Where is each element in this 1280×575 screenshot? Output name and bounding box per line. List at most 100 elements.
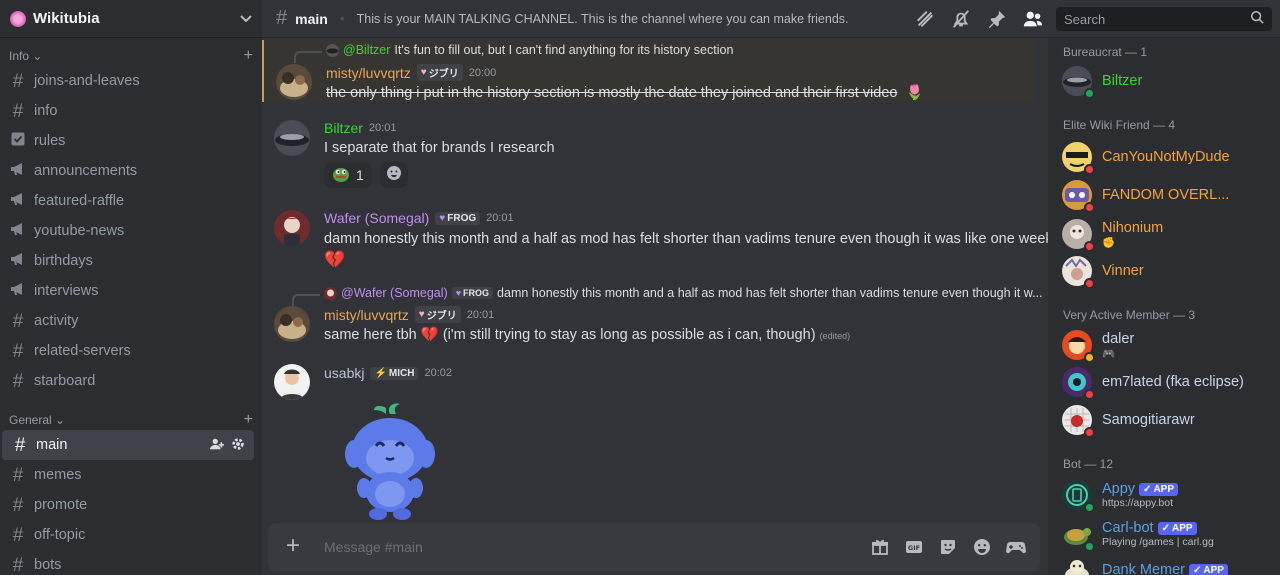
timestamp: 20:02 [424,367,453,379]
message-text: same here tbh 💔 (i'm still trying to sta… [324,327,851,343]
channel-label: promote [34,497,88,513]
server-header[interactable]: Wikitubia [0,0,262,38]
status-dnd-icon [1084,164,1095,175]
activities-icon[interactable] [1006,537,1026,557]
channel-item-off-topic[interactable]: # off-topic [0,520,254,550]
avatar[interactable] [274,120,310,156]
avatar[interactable] [274,306,310,342]
channel-item-youtube-news[interactable]: youtube-news [0,216,254,246]
channel-item-starboard[interactable]: # starboard [0,366,254,396]
channel-item-related-servers[interactable]: # related-servers [0,336,254,366]
channel-title: main [295,10,328,27]
member-item[interactable]: Samogitiarawr [1062,405,1272,438]
hash-icon: # [12,554,24,575]
avatar [1062,480,1095,513]
mute-bell-icon[interactable] [950,8,972,30]
channel-item-bots[interactable]: # bots [0,550,254,575]
avatar[interactable] [276,64,312,100]
username[interactable]: misty/luvvqrtz [326,65,411,81]
channel-item-birthdays[interactable]: birthdays [0,246,254,276]
sticker-icon[interactable] [938,537,958,557]
megaphone-icon [9,221,27,242]
member-list-icon[interactable] [1022,8,1044,30]
channel-topic[interactable]: This is your MAIN TALKING CHANNEL. This … [357,12,849,26]
member-subtext: https://appy.bot [1102,497,1174,509]
gift-icon[interactable] [870,537,890,557]
emoji-icon[interactable] [972,537,992,557]
channel-item-memes[interactable]: # memes [0,460,254,490]
channel-item-activity[interactable]: # activity [0,306,254,336]
channel-label: bots [34,557,62,573]
gear-icon[interactable] [231,437,245,454]
member-name: Biltzer [1102,73,1143,89]
category-general[interactable]: General ⌄ + [0,410,262,430]
gif-icon[interactable]: GIF [904,537,924,557]
reply-username[interactable]: @Biltzer [343,43,390,57]
member-item[interactable]: Nihonium ✊ [1062,219,1272,252]
member-item[interactable]: Appy ✓ APP https://appy.bot [1062,480,1272,513]
reaction-button[interactable]: 1 [324,162,372,188]
hash-icon: # [12,100,24,122]
member-item[interactable]: Carl-bot ✓ APP Playing /games | carl.gg [1062,519,1272,552]
message-item[interactable]: Biltzer 20:01 I separate that for brands… [262,116,1034,190]
username[interactable]: usabkj [324,365,364,381]
member-item[interactable]: FANDOM OVERL... [1062,180,1272,213]
channel-item-featured-raffle[interactable]: featured-raffle [0,186,254,216]
svg-text:GIF: GIF [908,544,920,552]
purple-heart-icon: ♥ [455,288,462,298]
message-item[interactable]: Wafer (Somegal) ♥ FROG 20:01 damn honestl… [262,206,1048,270]
username[interactable]: misty/luvvqrtz [324,307,409,323]
reply-preview[interactable]: @Wafer (Somegal) ♥ FROG damn honestly thi… [292,286,1043,306]
megaphone-icon [9,281,27,302]
channel-item-main[interactable]: # main [2,430,254,460]
reply-preview[interactable]: @Biltzer It's fun to fill out, but I can… [294,43,733,63]
add-reaction-button[interactable] [379,162,408,188]
member-item[interactable]: CanYouNotMyDude [1062,142,1272,175]
message-item[interactable]: @Wafer (Somegal) ♥ FROG damn honestly thi… [262,284,1043,348]
role-badge: ♥ ジブリ [416,64,463,81]
search-box[interactable] [1056,7,1272,31]
username[interactable]: Wafer (Somegal) [324,210,429,226]
member-item[interactable]: Biltzer [1062,66,1272,99]
member-item[interactable]: Vinner [1062,256,1272,289]
member-item[interactable]: Dank Memer ✓ APP [1062,555,1272,575]
member-group-label: Bureaucrat — 1 [1063,45,1148,59]
channel-item-interviews[interactable]: interviews [0,276,254,306]
category-info[interactable]: Info ⌄ + [0,46,262,66]
pin-icon[interactable] [986,8,1008,30]
rules-icon [9,131,27,152]
lightning-icon: ⚡ [374,367,387,379]
status-dnd-icon [1084,389,1095,400]
wumpus-sticker[interactable] [340,400,440,522]
message-input[interactable] [324,539,870,555]
channel-item-announcements[interactable]: announcements [0,156,254,186]
channel-item-joins-and-leaves[interactable]: # joins-and-leaves [0,66,254,96]
channel-item-rules[interactable]: rules [0,126,254,156]
channel-label: starboard [34,373,96,389]
add-channel-icon[interactable]: + [244,411,253,429]
attach-plus-icon[interactable]: + [282,534,304,558]
search-input[interactable] [1064,11,1250,27]
member-item[interactable]: em7lated (fka eclipse) [1062,367,1272,400]
message-item[interactable]: usabkj ⚡ MICH 20:02 [262,362,1034,522]
threads-icon[interactable] [914,8,936,30]
add-channel-icon[interactable]: + [244,47,253,65]
hash-icon: # [12,524,24,546]
channel-label: featured-raffle [34,193,125,209]
username[interactable]: Biltzer [324,120,363,136]
member-item[interactable]: daler 🎮 [1062,330,1272,363]
invite-member-icon[interactable] [210,437,224,454]
channel-item-info[interactable]: # info [0,96,254,126]
hash-icon: # [276,7,288,29]
channel-label: memes [34,467,82,483]
chevron-down-icon[interactable] [240,12,252,26]
server-icon [10,10,26,27]
avatar[interactable] [274,364,310,400]
channel-item-promote[interactable]: # promote [0,490,254,520]
message-item[interactable]: @Biltzer It's fun to fill out, but I can… [262,40,1034,102]
role-badge: ♥ ジブリ [414,306,461,323]
server-name: Wikitubia [33,10,100,27]
avatar[interactable] [274,210,310,246]
reply-username[interactable]: @Wafer (Somegal) [341,286,448,300]
member-name: Samogitiarawr [1102,412,1195,428]
